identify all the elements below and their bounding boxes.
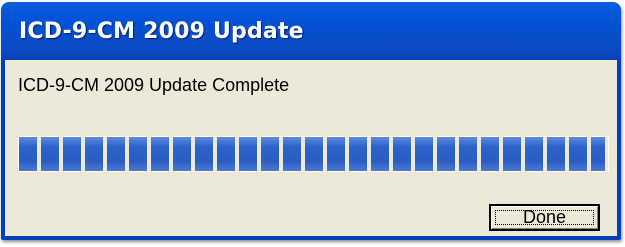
progress-segment — [525, 137, 543, 171]
dialog-window: ICD-9-CM 2009 Update ICD-9-CM 2009 Updat… — [1, 2, 621, 240]
done-button-label: Done — [522, 207, 567, 227]
progress-segment — [547, 137, 565, 171]
done-button[interactable]: Done — [489, 204, 600, 231]
progress-segment — [173, 137, 191, 171]
progress-segment — [371, 137, 389, 171]
progress-segment — [437, 137, 455, 171]
progress-segment — [327, 137, 345, 171]
progress-segment — [459, 137, 477, 171]
progress-fill — [19, 137, 608, 171]
progress-segment — [481, 137, 499, 171]
progress-segment — [41, 137, 59, 171]
progress-segment — [569, 137, 587, 171]
progress-segment — [129, 137, 147, 171]
progress-segment — [63, 137, 81, 171]
window-title: ICD-9-CM 2009 Update — [19, 18, 304, 44]
progress-segment — [415, 137, 433, 171]
progress-segment — [349, 137, 367, 171]
dialog-client-area: ICD-9-CM 2009 Update Complete Done — [5, 60, 617, 236]
progress-segment — [151, 137, 169, 171]
progress-segment — [283, 137, 301, 171]
progress-segment — [305, 137, 323, 171]
progress-segment — [195, 137, 213, 171]
progress-segment — [591, 137, 605, 171]
progress-segment — [503, 137, 521, 171]
progress-segment — [261, 137, 279, 171]
progress-segment — [107, 137, 125, 171]
progress-segment — [19, 137, 37, 171]
progress-bar — [18, 136, 609, 172]
progress-segment — [393, 137, 411, 171]
status-message: ICD-9-CM 2009 Update Complete — [18, 75, 290, 95]
progress-segment — [217, 137, 235, 171]
progress-segment — [239, 137, 257, 171]
title-bar[interactable]: ICD-9-CM 2009 Update — [5, 2, 617, 60]
progress-segment — [85, 137, 103, 171]
